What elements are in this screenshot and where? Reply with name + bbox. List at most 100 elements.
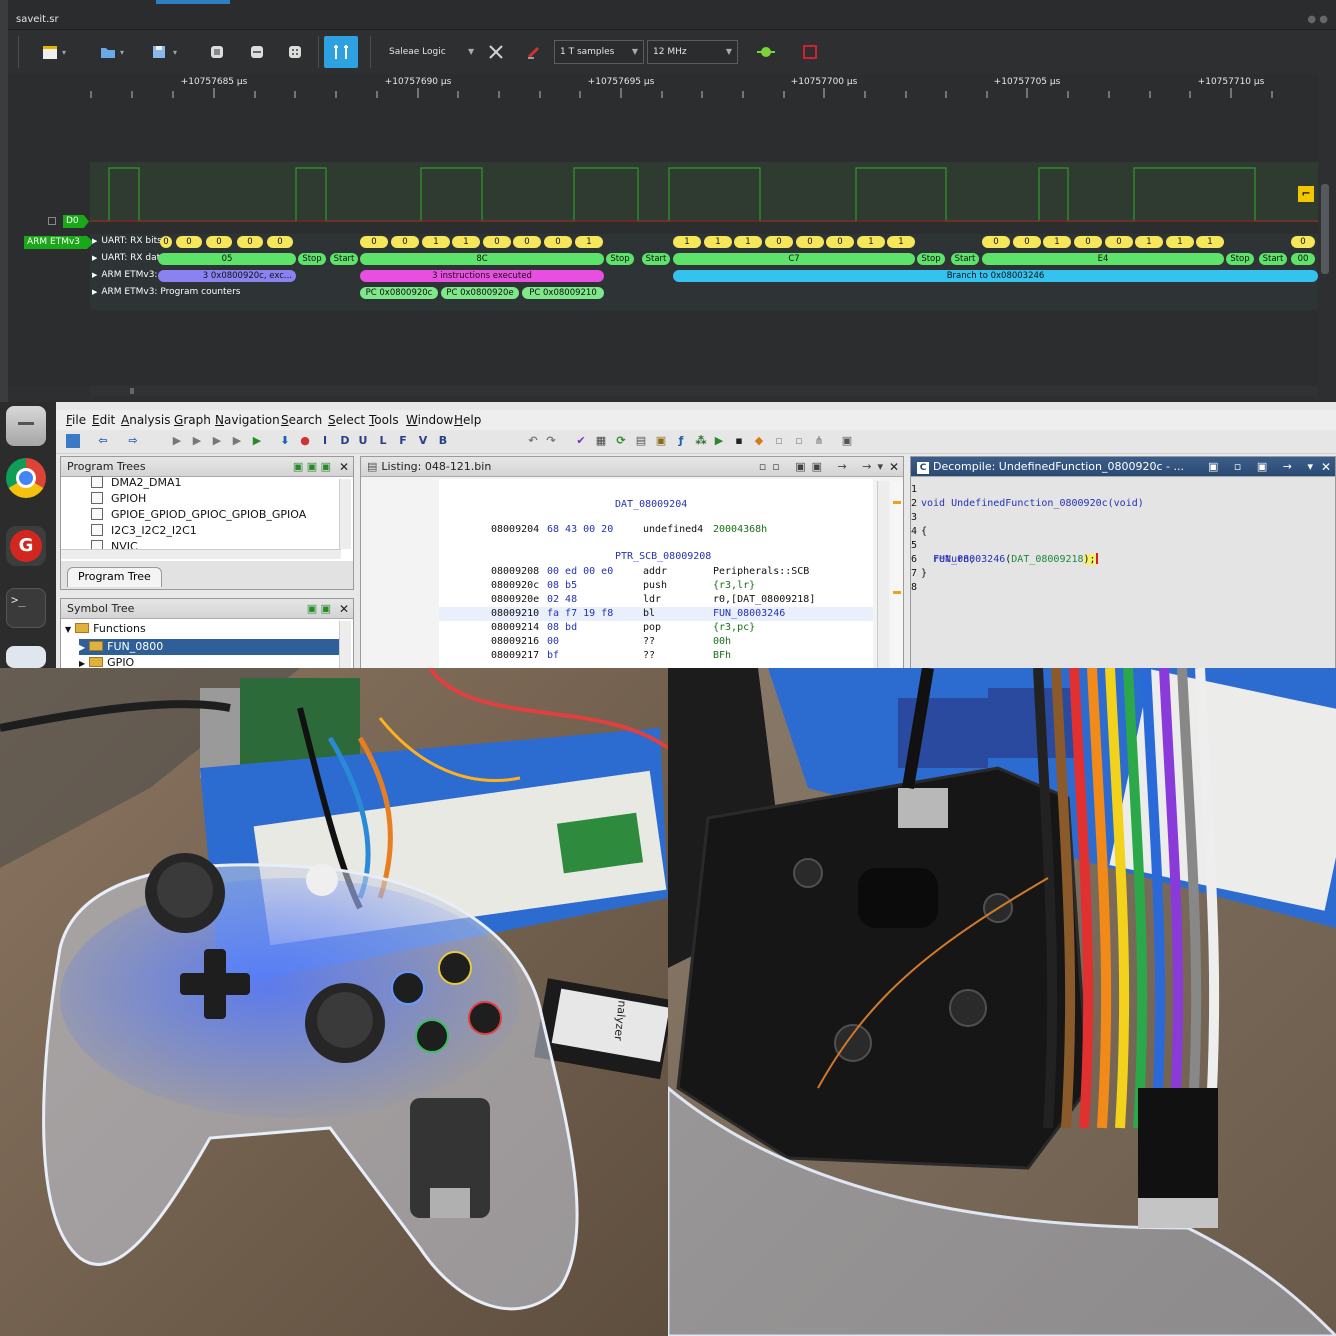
row-uart-bits-label[interactable]: ▶ UART: RX bits (92, 236, 162, 246)
label-icon[interactable]: L (376, 434, 390, 448)
menu-navigation[interactable]: Navigation (215, 413, 280, 427)
listing-row[interactable]: 0800920e 02 48 ldr r0,[DAT_08009218] (439, 593, 873, 607)
nav-icon[interactable]: ▶ (210, 434, 224, 448)
listing-row[interactable]: 08009216 00?? 00h (439, 635, 873, 649)
device-selector[interactable]: Saleae Logic (389, 40, 446, 64)
window-icon[interactable]: ▫ (792, 434, 806, 448)
tree-item-functions[interactable]: ▼ Functions (65, 621, 337, 637)
samplerate-select[interactable]: 12 MHz ▼ (647, 40, 738, 64)
listing-row[interactable]: 08009204 68 43 00 20 undefined4 20004368h (439, 523, 873, 537)
ghidra-icon[interactable]: G (6, 526, 46, 566)
trace-view[interactable]: +10757685 µs +10757690 µs +10757695 µs +… (8, 74, 1318, 386)
add-device-button[interactable] (208, 38, 226, 66)
overview-bar[interactable] (891, 481, 903, 668)
checkmark-icon[interactable]: ✔ (574, 434, 588, 448)
trigger-marker-icon[interactable]: ⌐ (1298, 186, 1314, 202)
new-session-button[interactable] (36, 38, 72, 66)
menu-graph[interactable]: Graph (174, 413, 211, 427)
vertical-scrollbar[interactable] (1318, 74, 1336, 386)
menu-search[interactable]: Search (281, 413, 322, 427)
listing-row[interactable]: 08009214 08 bd pop {r3,pc} (439, 621, 873, 635)
memory-icon[interactable]: ▦ (594, 434, 608, 448)
tree-item[interactable]: I2C3_I2C2_I2C1 (91, 523, 337, 539)
disassemble-I-icon[interactable]: I (318, 434, 332, 448)
save-icon[interactable] (66, 434, 80, 448)
files-app-icon[interactable] (6, 406, 46, 446)
chrome-icon[interactable] (6, 456, 46, 498)
define-data-icon[interactable]: D (338, 434, 352, 448)
tree-item[interactable]: DMA2_DMA1 (91, 475, 337, 491)
scroll-thumb[interactable] (1321, 184, 1329, 274)
probe-config-button[interactable] (524, 38, 544, 66)
session-title[interactable]: saveit.sr (16, 14, 59, 25)
forward-arrow-icon[interactable]: ⇨ (126, 434, 140, 448)
horizontal-scrollbar[interactable] (61, 549, 341, 559)
tree-icon[interactable]: ⋔ (812, 434, 826, 448)
panel-toolbar-icons[interactable]: ▣ ▫ ▣ → ▾ (1208, 457, 1319, 477)
function-icon[interactable]: F (396, 434, 410, 448)
math-button[interactable] (286, 38, 304, 66)
diamond-icon[interactable]: ◆ (752, 434, 766, 448)
nav-icon[interactable]: ▶ (170, 434, 184, 448)
play-icon[interactable]: ▶ (712, 434, 726, 448)
stop-sign-icon[interactable]: ● (298, 434, 312, 448)
listing-row[interactable]: 08009217 bf?? BFh (439, 649, 873, 663)
menu-edit[interactable]: Edit (92, 413, 115, 427)
panel-toolbar-icons[interactable]: ▫▫ ▣▣ → →▾ (759, 457, 889, 477)
refresh-icon[interactable]: ⟳ (614, 434, 628, 448)
close-icon[interactable]: ✕ (889, 457, 899, 477)
menu-window[interactable]: Window (406, 413, 453, 427)
back-arrow-icon[interactable]: ⇦ (96, 434, 110, 448)
data-label[interactable]: PTR_SCB_08009208 (615, 551, 711, 562)
function-graph-icon[interactable]: ƒ (674, 434, 688, 448)
vertical-scrollbar[interactable] (877, 481, 889, 668)
menu-analysis[interactable]: Analysis (121, 413, 170, 427)
show-cursors-button[interactable] (324, 36, 358, 68)
nav-icon[interactable]: ▶ (230, 434, 244, 448)
undo-icon[interactable]: ↶ (526, 434, 540, 448)
open-button[interactable] (94, 38, 130, 66)
variable-icon[interactable]: V (416, 434, 430, 448)
menu-help[interactable]: Help (454, 413, 481, 427)
decoder-button[interactable] (248, 38, 266, 66)
row-uart-data-label[interactable]: ▶ UART: RX data (92, 253, 166, 263)
nav-icon[interactable]: ▶ (250, 434, 264, 448)
close-icon[interactable]: ✕ (1321, 457, 1331, 477)
configure-device-button[interactable] (486, 38, 506, 66)
row-program-counters-label[interactable]: ▶ ARM ETMv3: Program counters (92, 287, 240, 297)
menu-tools[interactable]: Tools (369, 413, 399, 427)
run-button[interactable] (756, 38, 776, 66)
horizontal-scrollbar[interactable] (90, 386, 1318, 396)
vertical-scrollbar[interactable] (339, 621, 351, 668)
terminal-icon[interactable]: ▪ (732, 434, 746, 448)
tab-program-tree[interactable]: Program Tree (67, 567, 162, 587)
tree-item-selected[interactable]: ▶ FUN_0800 (79, 639, 339, 655)
decoder-label[interactable]: ARM ETMv3 (24, 236, 94, 249)
close-icon[interactable]: ✕ (339, 599, 349, 619)
window-controls[interactable]: ● ● (1307, 14, 1328, 25)
save-button[interactable] (146, 38, 182, 66)
tree-item[interactable]: GPIOE_GPIOD_GPIOC_GPIOB_GPIOA (91, 507, 337, 523)
sample-count-select[interactable]: 1 T samples ▼ (554, 40, 644, 64)
bookmark-icon[interactable]: B (436, 434, 450, 448)
chevron-down-icon[interactable]: ▼ (468, 40, 474, 64)
bytes-icon[interactable]: ▤ (634, 434, 648, 448)
undefined-icon[interactable]: U (356, 434, 370, 448)
graph-icon[interactable]: ⁂ (694, 434, 708, 448)
redo-icon[interactable]: ↷ (544, 434, 558, 448)
close-icon[interactable]: ✕ (339, 457, 349, 477)
channel-d0-label[interactable]: D0 (63, 215, 89, 228)
panel-toolbar-icons[interactable]: ▣ ▣ ▣ (293, 457, 331, 477)
window-icon[interactable]: ▫ (772, 434, 786, 448)
text-editor-icon[interactable] (6, 646, 46, 668)
snapshot-icon[interactable]: ▣ (840, 434, 854, 448)
tree-item[interactable]: ▶ GPIO (79, 655, 337, 668)
record-button[interactable] (800, 38, 820, 66)
data-reference[interactable]: DAT_08009218 (1011, 554, 1083, 565)
menu-file[interactable]: File (66, 413, 86, 427)
listing-row-current[interactable]: 08009210 fa f7 19 f8 bl FUN_08003246 (439, 607, 873, 621)
listing-row[interactable]: 0800920c 08 b5 push {r3,lr} (439, 579, 873, 593)
nav-icon[interactable]: ▶ (190, 434, 204, 448)
data-type-icon[interactable]: ▣ (654, 434, 668, 448)
scroll-thumb[interactable] (130, 388, 134, 394)
